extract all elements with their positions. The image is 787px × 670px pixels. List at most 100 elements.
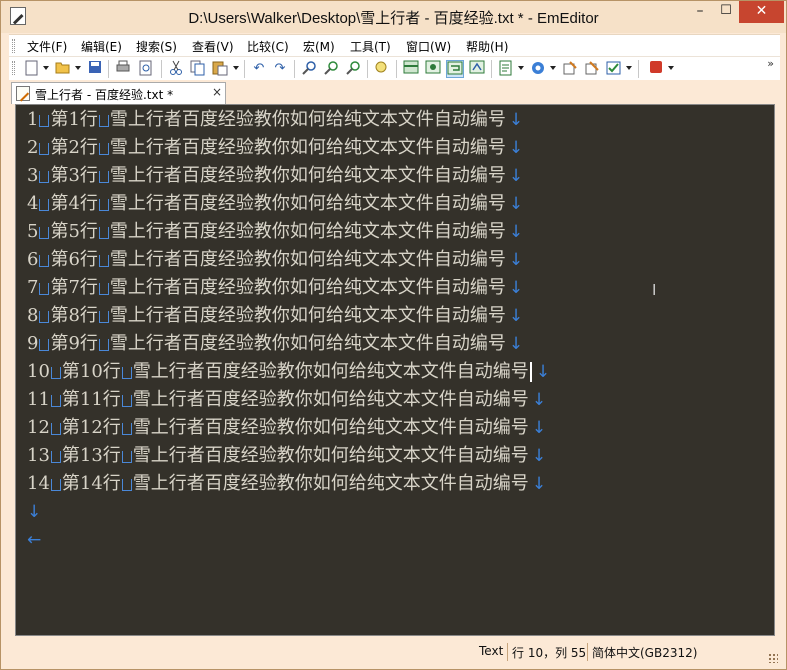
editor-line[interactable]: 6 第6行 雪上行者百度经验教你如何给纯文本文件自动编号 ↓ [27, 247, 523, 275]
editor-line[interactable]: 7 第7行 雪上行者百度经验教你如何给纯文本文件自动编号 ↓ [27, 275, 523, 303]
line-number-text: 13 [27, 445, 50, 466]
menu-help[interactable]: 帮助(H) [466, 38, 508, 55]
marks-icon[interactable] [468, 60, 486, 78]
save-icon[interactable] [86, 60, 104, 78]
menu-search[interactable]: 搜索(S) [136, 38, 177, 55]
editor-line[interactable]: 10 第10行 雪上行者百度经验教你如何给纯文本文件自动编号 ↓ [27, 359, 550, 387]
config-dropdown[interactable] [518, 66, 524, 70]
menu-edit[interactable]: 编辑(E) [81, 38, 122, 55]
menu-window[interactable]: 窗口(W) [406, 38, 451, 55]
minimize-button[interactable]: – [687, 1, 713, 23]
redo-icon[interactable]: ↷ [271, 60, 289, 78]
line-body-text: 雪上行者百度经验教你如何给纯文本文件自动编号 [109, 193, 506, 214]
space-marker-icon [98, 311, 109, 323]
line-label-text: 第11行 [61, 389, 121, 410]
editor-line[interactable]: 4 第4行 雪上行者百度经验教你如何给纯文本文件自动编号 ↓ [27, 191, 523, 219]
editor-line[interactable]: 11 第11行 雪上行者百度经验教你如何给纯文本文件自动编号 ↓ [27, 387, 546, 415]
text-editor[interactable]: 1 第1行 雪上行者百度经验教你如何给纯文本文件自动编号 ↓ 2 第2行 雪上行者百度经验教… [15, 104, 775, 636]
editor-line[interactable]: 13 第13行 雪上行者百度经验教你如何给纯文本文件自动编号 ↓ [27, 443, 546, 471]
line-label-text: 第13行 [61, 445, 121, 466]
editor-line[interactable]: 1 第1行 雪上行者百度经验教你如何给纯文本文件自动编号 ↓ [27, 107, 523, 135]
line-body-text: 雪上行者百度经验教你如何给纯文本文件自动编号 [109, 165, 506, 186]
toolbar-grip[interactable] [12, 61, 15, 75]
emeditor-window: D:\Users\Walker\Desktop\雪上行者 - 百度经验.txt … [0, 0, 787, 670]
line-body-text: 雪上行者百度经验教你如何给纯文本文件自动编号 [109, 137, 506, 158]
macro-dropdown[interactable] [668, 66, 674, 70]
paste-icon[interactable] [211, 60, 229, 78]
menu-view[interactable]: 查看(V) [192, 38, 234, 55]
line-number-text: 8 [27, 305, 39, 326]
workspace-icon[interactable] [402, 60, 420, 78]
editor-line[interactable]: 9 第9行 雪上行者百度经验教你如何给纯文本文件自动编号 ↓ [27, 331, 523, 359]
word-wrap-icon[interactable] [424, 60, 442, 78]
status-encoding[interactable]: 简体中文(GB2312) [592, 644, 697, 661]
newline-marker-icon: ↓ [508, 250, 524, 270]
line-number-text: 9 [27, 333, 39, 354]
document-tab[interactable]: 雪上行者 - 百度经验.txt * × [11, 82, 226, 104]
status-mode[interactable]: Text [479, 644, 503, 658]
editor-line[interactable]: ↓ [27, 499, 41, 527]
line-label-text: 第2行 [50, 137, 98, 158]
paste-dropdown[interactable] [233, 66, 239, 70]
line-number-text: 12 [27, 417, 50, 438]
find-next-icon[interactable] [322, 60, 340, 78]
space-marker-icon [98, 227, 109, 239]
find-prev-icon[interactable] [344, 60, 362, 78]
editor-line[interactable]: 12 第12行 雪上行者百度经验教你如何给纯文本文件自动编号 ↓ [27, 415, 546, 443]
space-marker-icon [98, 283, 109, 295]
toolbar-overflow-chevron[interactable]: » [767, 57, 774, 70]
toolbar-separator [108, 60, 109, 78]
open-icon[interactable] [54, 60, 72, 78]
properties-icon[interactable] [561, 60, 579, 78]
cut-icon[interactable] [167, 60, 185, 78]
newline-marker-icon: ↓ [508, 110, 524, 130]
title-bar[interactable]: D:\Users\Walker\Desktop\雪上行者 - 百度经验.txt … [1, 1, 786, 33]
find-icon[interactable] [300, 60, 318, 78]
highlight-icon[interactable] [373, 60, 391, 78]
toolbar-separator [161, 60, 162, 78]
close-button[interactable]: ✕ [739, 1, 784, 23]
undo-icon[interactable]: ↶ [250, 60, 268, 78]
editor-line[interactable]: 14 第14行 雪上行者百度经验教你如何给纯文本文件自动编号 ↓ [27, 471, 546, 499]
editor-line[interactable]: 5 第5行 雪上行者百度经验教你如何给纯文本文件自动编号 ↓ [27, 219, 523, 247]
space-marker-icon [121, 367, 132, 379]
record-macro-icon[interactable] [647, 60, 665, 78]
resize-grip[interactable] [768, 653, 778, 663]
toolbar-separator [638, 60, 639, 78]
menu-tools[interactable]: 工具(T) [350, 38, 391, 55]
newline-marker-icon: ↓ [27, 502, 42, 522]
editor-line[interactable]: ← [27, 527, 41, 555]
checklist-icon[interactable] [605, 60, 623, 78]
open-dropdown[interactable] [75, 66, 81, 70]
copy-icon[interactable] [189, 60, 207, 78]
new-dropdown[interactable] [43, 66, 49, 70]
menu-compare[interactable]: 比较(C) [247, 38, 289, 55]
new-icon[interactable] [23, 60, 41, 78]
line-label-text: 第10行 [61, 361, 121, 382]
maximize-button[interactable]: ☐ [713, 1, 739, 23]
bookmark-dropdown[interactable] [550, 66, 556, 70]
editor-line[interactable]: 3 第3行 雪上行者百度经验教你如何给纯文本文件自动编号 ↓ [27, 163, 523, 191]
editor-line[interactable]: 8 第8行 雪上行者百度经验教你如何给纯文本文件自动编号 ↓ [27, 303, 523, 331]
bookmark-icon[interactable] [529, 60, 547, 78]
space-marker-icon [50, 367, 61, 379]
space-marker-icon [121, 451, 132, 463]
toolbar-separator [367, 60, 368, 78]
menu-grip[interactable] [12, 39, 15, 53]
checklist-dropdown[interactable] [626, 66, 632, 70]
status-position[interactable]: 行 10，列 55 [512, 644, 586, 661]
print-icon[interactable] [114, 60, 132, 78]
toolbar-separator [294, 60, 295, 78]
outline-icon[interactable] [583, 60, 601, 78]
config-icon[interactable] [497, 60, 515, 78]
editor-line[interactable]: 2 第2行 雪上行者百度经验教你如何给纯文本文件自动编号 ↓ [27, 135, 523, 163]
ibeam-cursor-icon: I [652, 281, 657, 299]
tab-close-icon[interactable]: × [212, 85, 222, 99]
word-wrap-window-icon[interactable] [446, 60, 464, 78]
print-preview-icon[interactable] [137, 60, 155, 78]
menu-macro[interactable]: 宏(M) [303, 38, 335, 55]
newline-marker-icon: ↓ [535, 362, 551, 382]
editor-content[interactable]: 1 第1行 雪上行者百度经验教你如何给纯文本文件自动编号 ↓ 2 第2行 雪上行者百度经验教… [16, 105, 774, 635]
line-label-text: 第1行 [50, 109, 98, 130]
menu-file[interactable]: 文件(F) [27, 38, 67, 55]
